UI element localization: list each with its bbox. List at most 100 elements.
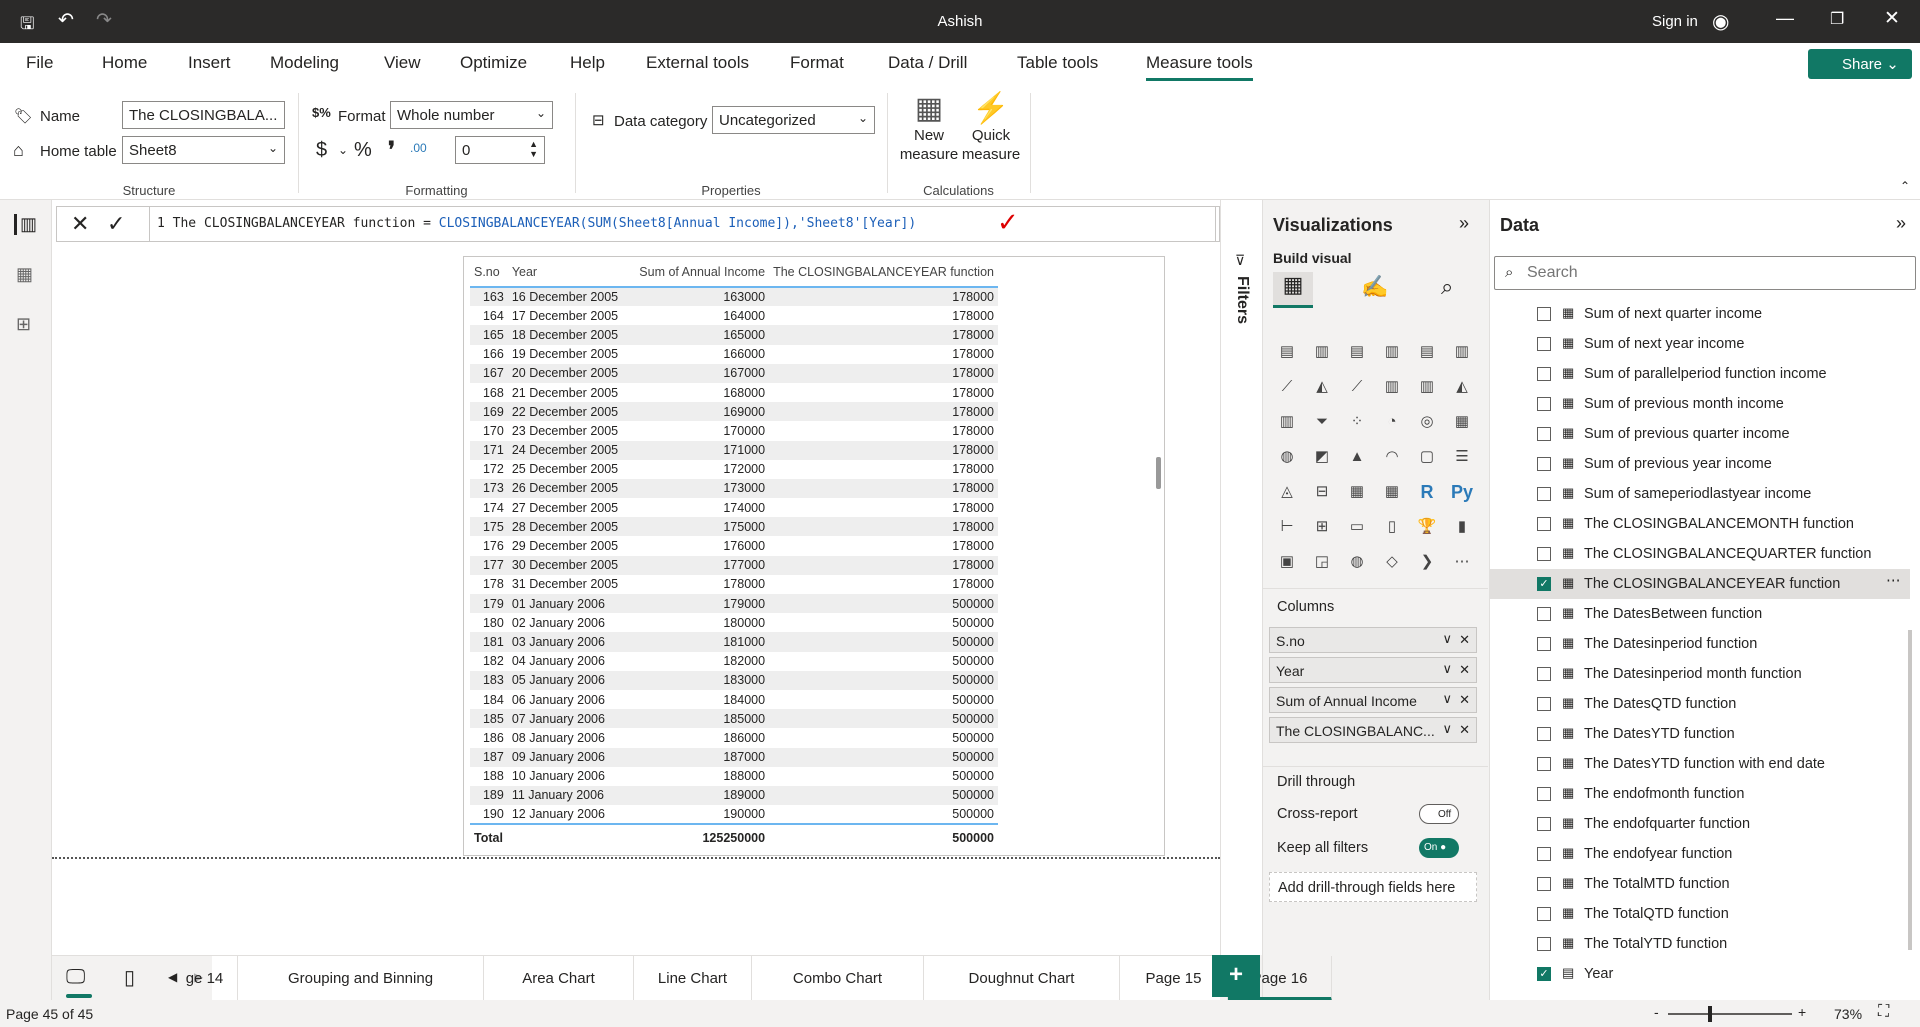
- field-item[interactable]: ▦ Sum of previous year income: [1490, 449, 1910, 479]
- minimize-button[interactable]: —: [1776, 8, 1794, 29]
- add-page-button[interactable]: +: [1212, 955, 1260, 997]
- formula-text[interactable]: 1 The CLOSINGBALANCEYEAR function = CLOS…: [157, 216, 916, 231]
- formula-bar[interactable]: ✕ ✓ 1 The CLOSINGBALANCEYEAR function = …: [56, 206, 1245, 242]
- restore-button[interactable]: ❐: [1830, 9, 1844, 29]
- collapse-ribbon-icon[interactable]: ⌃: [1900, 179, 1910, 193]
- chevron-down-icon[interactable]: ∨: [1442, 721, 1452, 737]
- menu-optimize[interactable]: Optimize: [460, 53, 527, 73]
- currency-button[interactable]: $: [316, 139, 327, 162]
- visual-type-icon[interactable]: ▤: [1415, 340, 1439, 364]
- field-item[interactable]: ▦ The DatesYTD function with end date: [1490, 749, 1910, 779]
- field-item[interactable]: ▦ Sum of previous quarter income: [1490, 419, 1910, 449]
- table-scrollbar[interactable]: [1156, 457, 1161, 489]
- visual-type-icon[interactable]: ◍: [1345, 550, 1369, 574]
- visual-type-icon[interactable]: ◭: [1450, 375, 1474, 399]
- visual-type-icon[interactable]: ⁘: [1345, 410, 1369, 434]
- field-list-scrollbar[interactable]: [1908, 630, 1912, 950]
- visual-type-icon[interactable]: R: [1415, 480, 1439, 504]
- remove-field-icon[interactable]: ✕: [1459, 662, 1470, 678]
- data-search[interactable]: ⌕: [1494, 256, 1916, 290]
- visual-type-icon[interactable]: ⋯: [1450, 550, 1474, 574]
- account-icon[interactable]: ◉: [1712, 9, 1729, 34]
- field-item[interactable]: ▦ The DatesYTD function: [1490, 719, 1910, 749]
- collapse-viz-icon[interactable]: »: [1459, 213, 1469, 234]
- menu-modeling[interactable]: Modeling: [270, 53, 339, 73]
- table-visual[interactable]: S.no Year Sum of Annual Income The CLOSI…: [463, 256, 1165, 856]
- search-input[interactable]: [1527, 262, 1907, 284]
- field-checkbox[interactable]: [1537, 637, 1551, 651]
- more-options-icon[interactable]: ⋯: [1886, 573, 1901, 589]
- data-category-select[interactable]: Uncategorized ⌄: [712, 106, 875, 134]
- field-item[interactable]: ▦ The endofyear function: [1490, 839, 1910, 869]
- field-checkbox[interactable]: [1537, 457, 1551, 471]
- visual-type-icon[interactable]: ▥: [1310, 340, 1334, 364]
- page-tab[interactable]: Combo Chart: [752, 956, 924, 1001]
- quick-measure-button[interactable]: ⚡ Quick measure: [958, 91, 1024, 164]
- field-checkbox[interactable]: [1537, 307, 1551, 321]
- menu-help[interactable]: Help: [570, 53, 605, 73]
- visual-type-icon[interactable]: ▥: [1275, 410, 1299, 434]
- field-item[interactable]: ▦ Sum of sameperiodlastyear income: [1490, 479, 1910, 509]
- name-input[interactable]: The CLOSINGBALA...: [122, 101, 285, 129]
- visual-type-icon[interactable]: ⊞: [1310, 515, 1334, 539]
- field-item[interactable]: ▦ The TotalQTD function: [1490, 899, 1910, 929]
- field-item[interactable]: ▦ Sum of previous month income: [1490, 389, 1910, 419]
- field-checkbox[interactable]: ✓: [1537, 577, 1551, 591]
- page-tab[interactable]: Doughnut Chart: [924, 956, 1120, 1001]
- visual-type-icon[interactable]: ◎: [1415, 410, 1439, 434]
- visual-type-icon[interactable]: ▦: [1450, 410, 1474, 434]
- visual-type-icon[interactable]: ▣: [1275, 550, 1299, 574]
- visual-type-icon[interactable]: ▦: [1345, 480, 1369, 504]
- visual-type-icon[interactable]: ▤: [1345, 340, 1369, 364]
- column-well-item[interactable]: S.no ∨ ✕: [1269, 627, 1477, 653]
- comma-button[interactable]: ❜: [388, 137, 395, 163]
- report-view-icon[interactable]: ▥: [14, 214, 37, 235]
- build-visual-tab[interactable]: ▦: [1273, 272, 1313, 308]
- field-item[interactable]: ✓ ▦ The CLOSINGBALANCEYEAR function ⋯: [1490, 569, 1910, 599]
- field-checkbox[interactable]: ✓: [1537, 967, 1551, 981]
- visual-type-icon[interactable]: ▤: [1275, 340, 1299, 364]
- visual-type-icon[interactable]: ◠: [1380, 445, 1404, 469]
- chevron-down-icon[interactable]: ∨: [1442, 661, 1452, 677]
- chevron-down-icon[interactable]: ⌄: [338, 143, 348, 157]
- field-item[interactable]: ▦ The TotalMTD function: [1490, 869, 1910, 899]
- field-item[interactable]: ▦ The CLOSINGBALANCEMONTH function: [1490, 509, 1910, 539]
- field-item[interactable]: ▦ The DatesBetween function: [1490, 599, 1910, 629]
- zoom-out-button[interactable]: -: [1654, 1004, 1659, 1020]
- field-item[interactable]: ▦ Sum of next year income: [1490, 329, 1910, 359]
- menu-view[interactable]: View: [384, 53, 421, 73]
- home-table-select[interactable]: Sheet8 ⌄: [122, 136, 285, 164]
- header-sno[interactable]: S.no: [470, 257, 508, 287]
- visual-type-icon[interactable]: ❯: [1415, 550, 1439, 574]
- field-item[interactable]: ▦ Sum of next quarter income: [1490, 299, 1910, 329]
- visual-type-icon[interactable]: ☰: [1450, 445, 1474, 469]
- column-well-item[interactable]: The CLOSINGBALANC... ∨ ✕: [1269, 717, 1477, 743]
- zoom-slider-thumb[interactable]: [1708, 1006, 1712, 1022]
- page-tab[interactable]: ge 14: [172, 956, 238, 1001]
- cross-report-toggle[interactable]: Off: [1419, 804, 1459, 824]
- header-closing-balance[interactable]: The CLOSINGBALANCEYEAR function: [769, 257, 998, 287]
- decimal-places-button[interactable]: .00: [410, 141, 427, 155]
- collapse-data-icon[interactable]: »: [1896, 213, 1906, 234]
- field-checkbox[interactable]: [1537, 397, 1551, 411]
- field-item[interactable]: ▦ The Datesinperiod function: [1490, 629, 1910, 659]
- field-checkbox[interactable]: [1537, 937, 1551, 951]
- menu-external-tools[interactable]: External tools: [646, 53, 749, 73]
- visual-type-icon[interactable]: ▦: [1380, 480, 1404, 504]
- close-button[interactable]: ✕: [1884, 7, 1900, 30]
- menu-measure-tools[interactable]: Measure tools: [1146, 53, 1253, 81]
- field-item[interactable]: ✓ ▤ Year: [1490, 959, 1910, 989]
- visual-type-icon[interactable]: ◔: [1380, 410, 1404, 434]
- visual-type-icon[interactable]: Py: [1450, 480, 1474, 504]
- mobile-layout-icon[interactable]: ▯: [124, 965, 135, 990]
- field-item[interactable]: ▦ The endofquarter function: [1490, 809, 1910, 839]
- visual-type-icon[interactable]: ⊟: [1310, 480, 1334, 504]
- zoom-slider[interactable]: [1668, 1013, 1792, 1015]
- visual-type-icon[interactable]: ◭: [1310, 375, 1334, 399]
- visual-type-icon[interactable]: 🏆: [1415, 515, 1439, 539]
- field-checkbox[interactable]: [1537, 907, 1551, 921]
- field-item[interactable]: ▦ The TotalYTD function: [1490, 929, 1910, 959]
- menu-home[interactable]: Home: [102, 53, 147, 73]
- visual-type-icon[interactable]: ◬: [1275, 480, 1299, 504]
- visual-type-icon[interactable]: ◩: [1310, 445, 1334, 469]
